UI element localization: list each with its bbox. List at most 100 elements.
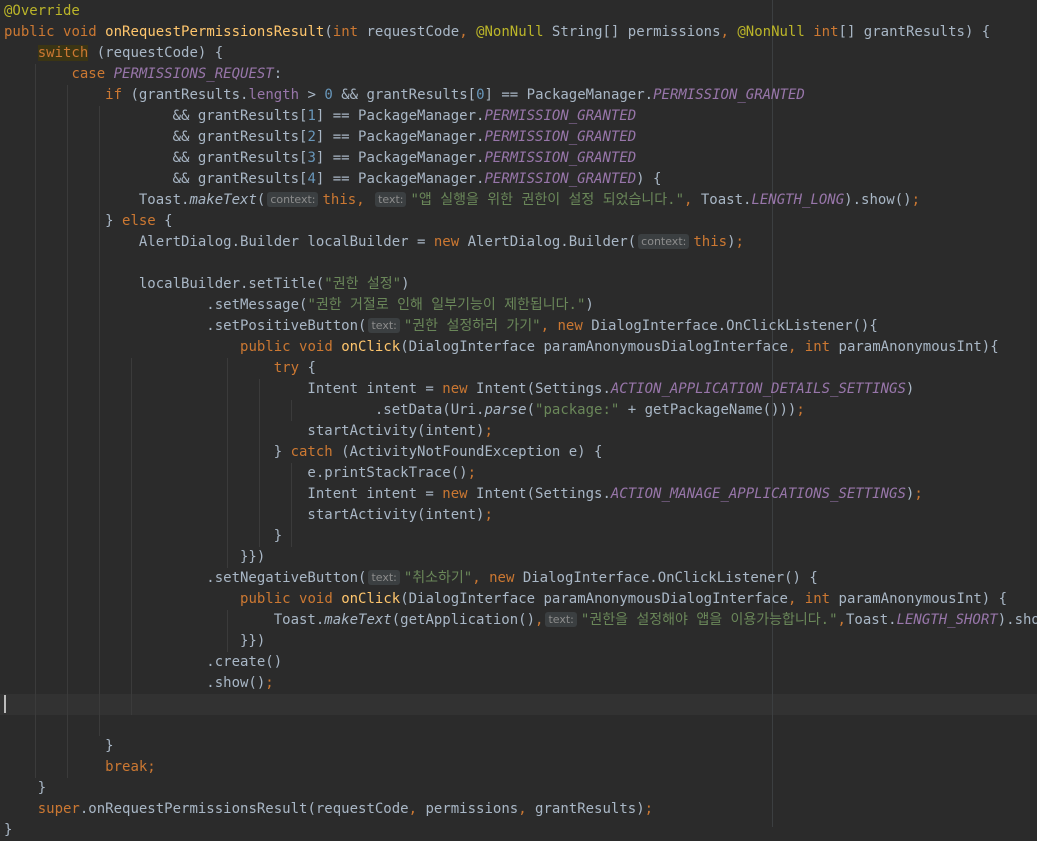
code-token: "앱 실행을 위한 권한이 설정 되었습니다." [410, 192, 684, 208]
code-line: .setPositiveButton(text: "권한 설정하러 가기", ne… [4, 316, 878, 337]
code-token: switch [37, 45, 89, 61]
code-token: PERMISSION_GRANTED [484, 150, 637, 166]
current-line-highlight [0, 694, 1037, 715]
code-token: Toast. [845, 612, 897, 628]
code-token: @Override [4, 3, 80, 19]
code-line: localBuilder.setTitle("권한 설정") [4, 274, 410, 295]
code-line: public void onClick(DialogInterface para… [4, 589, 1007, 610]
code-token: , [540, 318, 558, 334]
text-caret [4, 695, 6, 713]
code-token: PERMISSION_GRANTED [484, 108, 637, 124]
code-token: .show() [4, 675, 266, 691]
code-token: int [804, 591, 839, 607]
code-token: ) { [636, 171, 662, 187]
code-line: } [4, 820, 12, 841]
code-token: Toast. [700, 192, 752, 208]
code-token: } [4, 213, 123, 229]
code-token: permissions [425, 801, 519, 817]
code-token: ) [585, 297, 594, 313]
code-token: , [472, 570, 490, 586]
code-token: 0 [324, 87, 333, 103]
code-token: ] == PackageManager. [315, 108, 485, 124]
code-token: ( [526, 402, 536, 418]
code-token: (DialogInterface paramAnonymousDialogInt… [400, 591, 788, 607]
code-token: int [804, 339, 839, 355]
code-token: Intent intent = [4, 486, 443, 502]
code-token: "권한 설정하러 가기" [403, 318, 541, 334]
code-line: .setNegativeButton(text: "취소하기", new Dial… [4, 568, 818, 589]
code-token: paramAnonymousInt){ [838, 339, 999, 355]
code-line: }}) [4, 547, 265, 568]
code-token: Intent intent = [4, 381, 443, 397]
code-token: new [442, 486, 477, 502]
code-token: PERMISSION_GRANTED [484, 171, 637, 187]
code-token: @NonNull [476, 24, 552, 40]
code-token: 2 [307, 129, 316, 145]
code-token: new [557, 318, 592, 334]
code-token: + getPackageName())) [619, 402, 797, 418]
code-token: Intent(Settings. [476, 486, 611, 502]
code-line: } else { [4, 211, 173, 232]
code-token: startActivity(intent) [4, 507, 485, 523]
code-token: , [787, 339, 805, 355]
code-token: && grantResults[ [4, 108, 308, 124]
code-token: paramAnonymousInt) { [838, 591, 1008, 607]
code-token: AlertDialog.Builder localBuilder = [4, 234, 434, 250]
code-token: PERMISSIONS_REQUEST [113, 66, 274, 82]
code-token: requestCode [366, 24, 460, 40]
code-line: switch (requestCode) { [4, 43, 223, 64]
code-token: .setPositiveButton( [4, 318, 367, 334]
code-token: .setData(Uri. [4, 402, 485, 418]
code-token: onRequestPermissionsResult [105, 24, 325, 40]
code-line: startActivity(intent); [4, 421, 493, 442]
code-token: case [71, 66, 114, 82]
code-token: ; [484, 423, 493, 439]
code-token: LENGTH_SHORT [896, 612, 998, 628]
code-token: ).show() [844, 192, 912, 208]
code-token: ; [484, 507, 493, 523]
code-token: 0 [476, 87, 485, 103]
code-token: ( [324, 24, 333, 40]
code-token: .setMessage( [4, 297, 308, 313]
code-token: ; [644, 801, 654, 817]
code-token: ) [727, 234, 736, 250]
code-token: try [273, 360, 308, 376]
code-token: else [122, 213, 165, 229]
code-token: { [164, 213, 173, 229]
code-token: DialogInterface.OnClickListener(){ [591, 318, 878, 334]
code-token: 3 [307, 150, 316, 166]
code-token: break; [105, 759, 156, 775]
code-token: makeText [324, 612, 392, 628]
code-token: , [720, 24, 738, 40]
code-line: Intent intent = new Intent(Settings.ACTI… [4, 484, 922, 505]
code-token: LENGTH_LONG [751, 192, 845, 208]
code-editor[interactable]: @Override public void onRequestPermission… [0, 0, 1037, 838]
code-token: onClick [341, 591, 401, 607]
code-token: AlertDialog.Builder( [467, 234, 637, 250]
code-line: } [4, 778, 46, 799]
code-token: onClick [341, 339, 401, 355]
code-token: (DialogInterface paramAnonymousDialogInt… [400, 339, 788, 355]
code-token: .onRequestPermissionsResult(requestCode [79, 801, 409, 817]
inlay-hint: context: [267, 192, 319, 207]
code-token: int [332, 24, 367, 40]
code-token: DialogInterface.OnClickListener() { [522, 570, 818, 586]
inlay-hint: text: [368, 318, 400, 333]
code-token: ACTION_APPLICATION_DETAILS_SETTINGS [610, 381, 906, 397]
code-line: Toast.makeText(getApplication(), text: "권한… [4, 610, 1037, 631]
code-line: try { [4, 358, 316, 379]
code-token: public [4, 24, 64, 40]
inlay-hint: context: [638, 234, 690, 249]
code-token: if [105, 87, 131, 103]
code-token: && grantResults[ [4, 150, 308, 166]
code-token: new [433, 234, 468, 250]
code-token: }}) [4, 549, 266, 565]
code-token: ] == PackageManager. [315, 129, 485, 145]
code-token: , [684, 192, 701, 208]
code-token: } [4, 444, 291, 460]
inlay-hint: text: [368, 570, 400, 585]
